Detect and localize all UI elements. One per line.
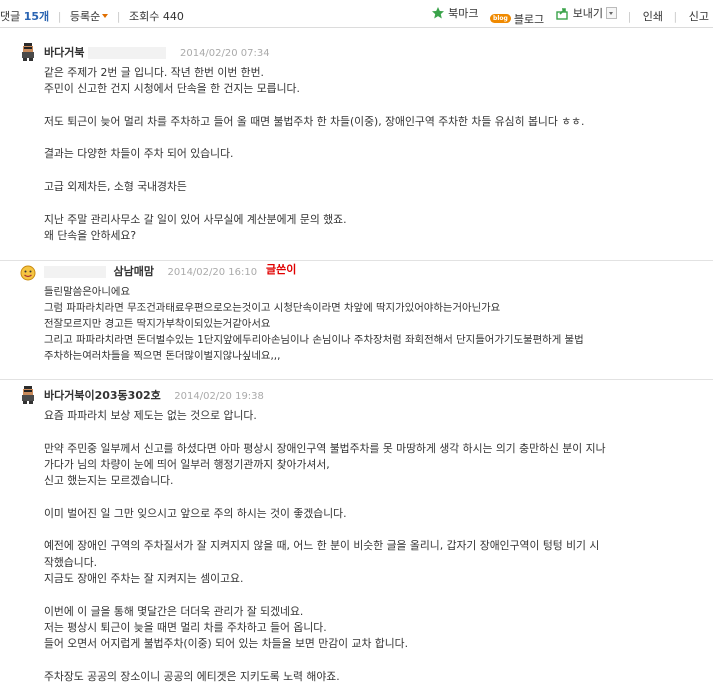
turtle-avatar-icon	[22, 43, 34, 61]
views-label: 조회수	[129, 10, 160, 23]
comment-author[interactable]: 삼남매맘	[114, 265, 154, 278]
share-toolbar: 북마크 blog 블로그 보내기 | 인쇄 | 신고	[423, 5, 709, 27]
comment-header: 삼남매맘 2014/02/20 16:10	[44, 263, 257, 279]
comment-item: 바다거북 2014/02/20 07:34 같은 주제가 2번 글 입니다. 작…	[0, 43, 713, 261]
comment-date: 2014/02/20 16:10	[167, 267, 258, 278]
comment-line: 이번에 이 글을 통해 몇달간은 더더욱 관리가 잘 되겠네요.	[44, 604, 304, 618]
comment-line: 작했습니다.	[44, 555, 98, 569]
comment-blank-line	[44, 130, 585, 146]
comment-line: 주차하는여러차들을 찍으면 돈더많이벌지않나싶네요,,,	[44, 350, 281, 362]
comment-line: 전잘모르지만 경고든 딱지가부착이되있는거같아서요	[44, 318, 271, 330]
print-label: 인쇄	[642, 10, 664, 23]
comment-line: 이미 벌어진 일 그만 잊으시고 앞으로 주의 하시는 것이 좋겠습니다.	[44, 506, 347, 520]
blurred-id	[88, 47, 167, 59]
divider: |	[673, 10, 678, 23]
comment-line: 저도 퇴근이 늦어 멀리 차를 주차하고 들어 올 때면 불법주차 한 차들(이…	[44, 114, 585, 128]
comment-header: 바다거북이203동302호 2014/02/20 19:38	[44, 387, 264, 403]
print-button[interactable]: 인쇄	[643, 8, 663, 24]
comment-body: 같은 주제가 2번 글 입니다. 작년 한번 이번 한번. 주민이 신고한 건지…	[44, 65, 585, 244]
bookmark-button[interactable]: 북마크	[431, 5, 479, 21]
comment-line: 그리고 파파라치라면 돈더벌수있는 1단지앞에두리아손님이나 손님이나 주차장처…	[44, 334, 584, 346]
blurred-id	[44, 266, 106, 278]
comment-stats: 댓글 15개 | 등록순 | 조회수 440	[0, 8, 184, 24]
comment-date: 2014/02/20 07:34	[179, 48, 270, 59]
comment-line: 들린말씀은아니에요	[44, 286, 131, 298]
report-label: 신고	[688, 10, 709, 23]
comment-blank-line	[44, 424, 606, 440]
sort-label: 등록순	[69, 10, 101, 23]
comment-line: 저는 평상시 퇴근이 늦을 때면 멀리 차를 주차하고 들어 옵니다.	[44, 620, 327, 634]
comment-author[interactable]: 바다거북	[44, 46, 84, 59]
comment-item: 바다거북이203동302호 2014/02/20 19:38 요즘 파파라치 보…	[0, 386, 713, 691]
blog-button[interactable]: blog 블로그	[490, 11, 544, 27]
blog-icon: blog	[490, 14, 511, 23]
sort-dropdown[interactable]: 등록순	[69, 10, 109, 23]
send-label: 보내기	[572, 7, 604, 20]
send-button[interactable]: 보내기	[555, 5, 618, 21]
comment-blank-line	[44, 587, 606, 603]
comment-line: 가다가 님의 차량이 눈에 띄어 일부러 행정기관까지 찾아가셔서,	[44, 457, 330, 471]
comment-line: 결과는 다양한 차들이 주차 되어 있습니다.	[44, 147, 234, 161]
comment-line: 신고 했는지는 모르겠습니다.	[44, 474, 174, 488]
comment-blank-line	[44, 195, 585, 211]
comment-blank-line	[44, 489, 606, 505]
comment-line: 같은 주제가 2번 글 입니다. 작년 한번 이번 한번.	[44, 66, 264, 79]
turtle-avatar-icon	[22, 386, 34, 404]
divider: |	[57, 10, 62, 23]
comment-line: 주차장도 공공의 장소이니 공공의 에티겟은 지키도록 노력 해야죠.	[44, 669, 340, 683]
comment-body: 들린말씀은아니에요 그럼 파파라치라면 무조건과태료우편으로오는것이고 시청단속…	[44, 284, 584, 364]
comment-line: 고급 외제차든, 소형 국내경차든	[44, 180, 187, 194]
views-count: 440	[162, 10, 184, 23]
comment-item: 삼남매맘 2014/02/20 16:10 글쓴이 들린말씀은아니에요 그럼 파…	[0, 262, 713, 380]
comment-author[interactable]: 바다거북이203동302호	[44, 389, 161, 402]
comment-line: 지금도 장애인 주차는 잘 지켜지는 셈이고요.	[44, 571, 244, 585]
share-icon	[555, 8, 568, 20]
comment-body: 요즘 파파라치 보상 제도는 없는 것으로 압니다. 만약 주민중 일부께서 신…	[44, 408, 606, 685]
comment-line: 들어 오면서 어지럽게 불법주차(이중) 되어 있는 차들을 보면 만감이 교차…	[44, 637, 409, 651]
comment-line: 주민이 신고한 건지 시청에서 단속을 한 건지는 모릅니다.	[44, 82, 300, 96]
caret-down-icon	[102, 14, 109, 18]
report-button[interactable]: 신고	[689, 8, 709, 24]
writer-badge: 글쓴이	[266, 263, 297, 276]
comment-blank-line	[44, 163, 585, 179]
comment-line: 예전에 장애인 구역의 주차질서가 잘 지켜지지 않을 때, 어느 한 분이 비…	[44, 539, 600, 553]
bookmark-star-icon	[432, 7, 445, 19]
comments-label[interactable]: 댓글	[0, 10, 20, 23]
comment-line: 왜 단속을 안하세요?	[44, 228, 137, 242]
comment-toolbar: 댓글 15개 | 등록순 | 조회수 440 북마크 blog 블로그 보내기 …	[0, 0, 713, 28]
comment-blank-line	[44, 98, 585, 114]
blog-label: 블로그	[513, 12, 545, 26]
comment-line: 지난 주말 관리사무소 갈 일이 있어 사무실에 계산분에게 문의 했죠.	[44, 212, 347, 226]
comment-date: 2014/02/20 19:38	[174, 391, 264, 402]
bookmark-label: 북마크	[448, 7, 479, 20]
comment-line: 요즘 파파라치 보상 제도는 없는 것으로 압니다.	[44, 409, 257, 422]
comments-count[interactable]: 15개	[24, 10, 49, 23]
comment-blank-line	[44, 522, 606, 538]
comment-line: 만약 주민중 일부께서 신고를 하셨다면 아마 평상시 장애인구역 불법주차를 …	[44, 441, 606, 455]
divider: |	[627, 10, 632, 23]
smiley-avatar-icon	[20, 265, 36, 281]
comment-blank-line	[44, 652, 606, 668]
send-options-dropdown-icon[interactable]	[606, 7, 618, 19]
divider: |	[116, 10, 121, 23]
comment-line: 그럼 파파라치라면 무조건과태료우편으로오는것이고 시청단속이라면 차앞에 딱지…	[44, 302, 501, 314]
comment-header: 바다거북 2014/02/20 07:34	[44, 44, 270, 60]
